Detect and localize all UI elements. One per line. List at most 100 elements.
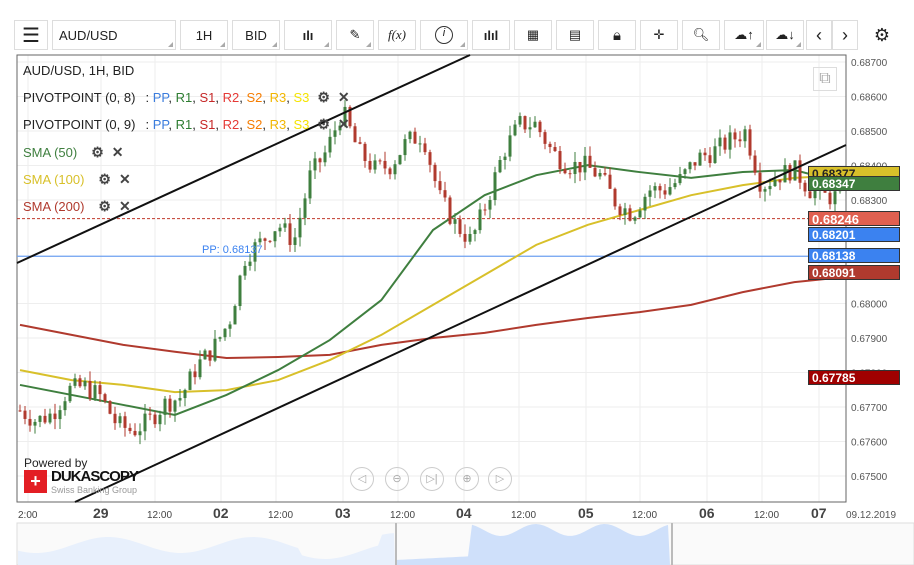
gear-icon[interactable]: ⚙ [317,89,330,106]
period-select[interactable]: 1H [180,20,228,50]
candle [768,186,772,190]
candle [603,172,607,175]
gear-icon[interactable]: ⚙ [98,171,111,188]
y-tick-label: 0.67900 [851,334,888,345]
candle [438,181,442,191]
candle [388,168,392,175]
volume-button[interactable]: ılıl [472,20,510,50]
close-icon[interactable]: ✕ [119,198,131,215]
gear-icon[interactable]: ⚙ [91,144,104,161]
zoom-in-button[interactable]: ⊕ [455,467,479,491]
pivot-series: : PP, R1, S1, R2, S2, R3, S3 [145,117,310,132]
candle [353,126,357,143]
lock-icon: 🔒︎ [613,26,621,44]
x-tick-label: 12:00 [632,510,657,521]
candle [688,162,692,170]
lock-button[interactable]: 🔒︎ [598,20,636,50]
candle [283,223,287,228]
candle [593,167,597,177]
sma-label: SMA (50) [23,145,78,160]
zoom-out-button[interactable]: ⊖ [385,467,409,491]
candle [103,394,107,402]
candle [268,240,272,242]
scroll-right-button[interactable]: › [832,20,858,50]
candle [418,143,422,145]
scroll-forward-button[interactable]: ▷ [488,467,512,491]
candle [218,337,222,339]
candle [638,210,642,218]
pivot-series-s1: S1 [199,90,216,105]
close-icon[interactable]: ✕ [119,171,131,188]
settings-button[interactable]: ⚙ [866,20,898,50]
candle [258,238,262,243]
report-icon: ▤ [568,27,582,42]
candle [563,168,567,174]
gear-icon[interactable]: ⚙ [98,198,111,215]
crosshair-button[interactable]: ✛ [640,20,678,50]
sma100-legend: SMA (100) ⚙ ✕ [23,171,131,188]
info-icon: i [435,26,453,44]
gear-icon: ⚙ [873,24,891,45]
scroll-left-button[interactable]: ‹ [806,20,832,50]
candle [698,152,702,166]
candle [628,208,632,221]
report-button[interactable]: ▤ [556,20,594,50]
close-icon[interactable]: ✕ [338,89,350,106]
pivot-series-r2: R2 [222,90,240,105]
candle [463,233,467,242]
candle [318,158,322,163]
candle [403,139,407,156]
chevron-left-icon: ‹ [816,24,822,45]
candle [473,230,477,235]
candle [123,416,127,428]
candle [493,172,497,201]
candle [428,152,432,165]
popout-icon[interactable]: ⧉ [813,67,837,91]
fx-icon: f(x) [387,27,407,42]
candle [513,124,517,136]
candle [413,131,417,144]
candle [498,159,502,173]
candle [163,398,167,415]
pivot-series-r1: R1 [175,117,193,132]
close-icon[interactable]: ✕ [338,116,350,133]
candle [328,136,332,153]
upload-button[interactable]: ☁↑ [724,20,764,50]
indicators-button[interactable]: f(x) [378,20,416,50]
download-button[interactable]: ☁↓ [766,20,804,50]
candle [523,116,527,130]
menu-button[interactable]: ☰ [14,20,48,50]
candle [758,172,762,192]
sma-label: SMA (200) [23,199,85,214]
candle [233,306,237,325]
candle [383,160,387,169]
info-button[interactable]: i [420,20,468,50]
candle [573,161,577,175]
side-select[interactable]: BID [232,20,280,50]
symbol-select[interactable]: AUD/USD [52,20,176,50]
pivot-series-s3: S3 [293,90,310,105]
pivot-series-s3: S3 [293,117,310,132]
pivot-label: PIVOTPOINT (0, 9) [23,117,136,132]
candle [33,421,37,426]
x-tick-label: 02 [213,505,229,521]
candle [763,189,767,192]
x-tick-label: 12:00 [390,510,415,521]
candle [518,116,522,125]
calendar-button[interactable]: ▦ [514,20,552,50]
gear-icon[interactable]: ⚙ [317,116,330,133]
pivot-series-r3: R3 [269,90,287,105]
zoom-chart-button[interactable]: 🔍︎ [682,20,720,50]
candle [173,400,177,412]
candle [503,156,507,160]
candle [568,173,572,175]
scroll-back-button[interactable]: ◁ [350,467,374,491]
close-icon[interactable]: ✕ [112,144,124,161]
go-to-end-button[interactable]: ▷| [420,467,444,491]
candle [753,155,757,173]
candle [488,200,492,210]
draw-button[interactable]: ✎ [336,20,374,50]
chart-type-button[interactable]: ılı [284,20,332,50]
candle [128,427,132,431]
pivot-legend-1: PIVOTPOINT (0, 8): PP, R1, S1, R2, S2, R… [23,89,350,106]
